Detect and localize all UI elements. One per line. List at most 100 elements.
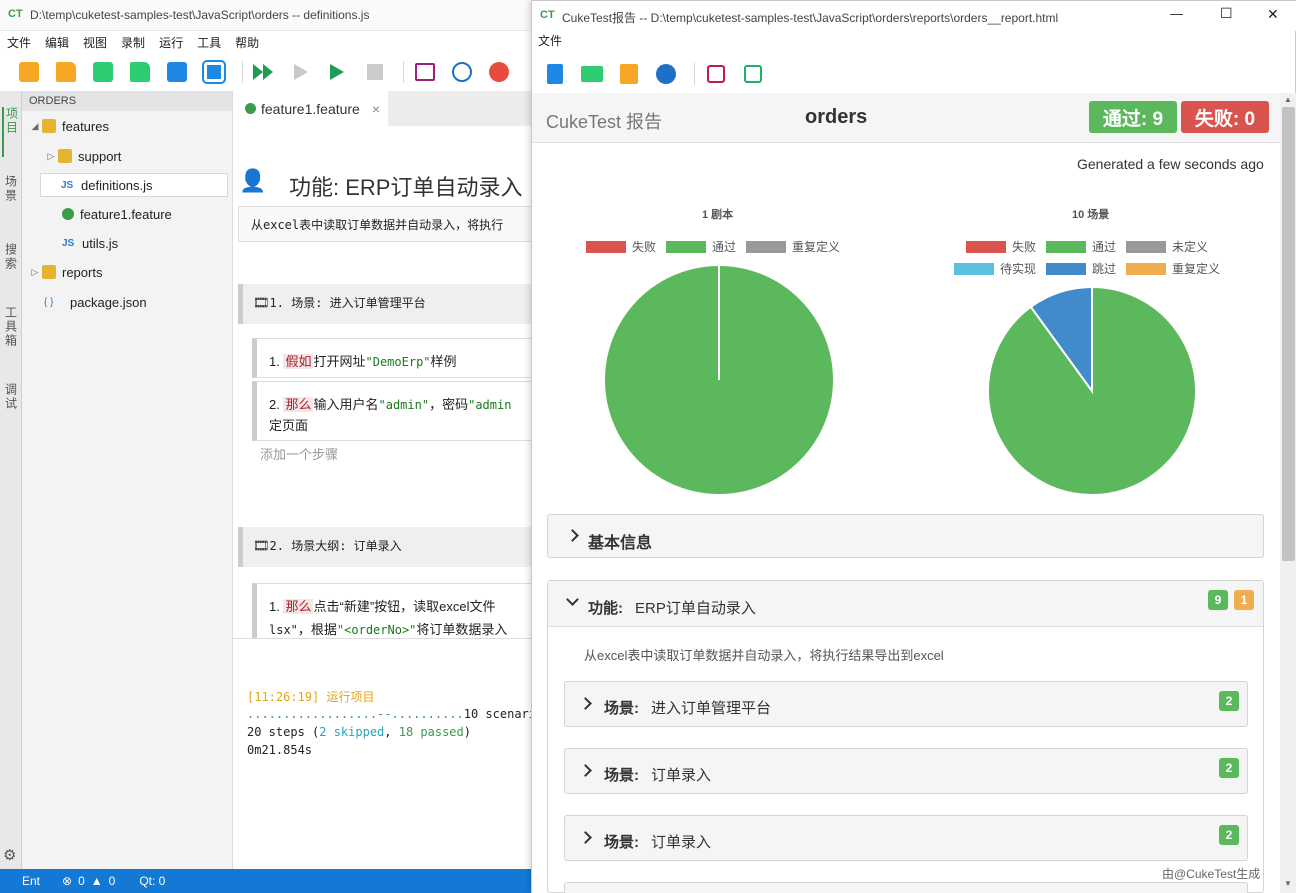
tree-item-package-json[interactable]: { } package.json [22, 290, 233, 314]
editor-tab-bar: feature1.feature × [233, 91, 532, 126]
open-folder-icon[interactable] [51, 59, 81, 85]
collapse-icon[interactable] [701, 61, 731, 87]
report-toolbar [532, 56, 1296, 92]
browser-icon[interactable] [484, 59, 514, 85]
tree-item-reports[interactable]: ▷ reports [22, 260, 233, 284]
side-tab-toolbox[interactable]: 工具箱 [2, 306, 20, 361]
legend-swatch [1046, 240, 1087, 253]
scroll-up-icon[interactable]: ▲ [1284, 95, 1292, 104]
run-script-icon[interactable] [323, 59, 353, 85]
scenario-name: 订单录入 [651, 834, 712, 851]
tree-item-label: feature1.feature [80, 206, 172, 222]
expanded-caret-icon[interactable]: ◢ [28, 121, 42, 132]
step-text: ，根据 [297, 622, 337, 637]
scroll-down-icon[interactable]: ▼ [1284, 879, 1292, 888]
json-file-icon: { } [44, 296, 54, 308]
warning-icon[interactable]: ▲ [91, 874, 103, 888]
legend-swatch [1046, 262, 1087, 275]
scenario-panel[interactable] [564, 882, 1248, 893]
scrollbar-thumb[interactable] [1282, 107, 1295, 561]
feature-description[interactable]: 从excel表中读取订单数据并自动录入，将执行 [238, 206, 532, 242]
scenario-panel[interactable]: 场景: 订单录入 2 [564, 815, 1248, 861]
report-scrollbar[interactable]: ▲ ▼ [1280, 93, 1296, 893]
scenario-1-header[interactable]: 🎞1. 场景: 进入订单管理平台 [238, 284, 532, 324]
collapsed-caret-icon[interactable]: ▷ [28, 267, 42, 278]
chart1-legend: 失败 通过 重复定义 [586, 238, 840, 255]
scenario-pass-count: 2 [1219, 825, 1239, 845]
chevron-down-icon [566, 593, 579, 606]
expand-icon[interactable] [738, 61, 768, 87]
tree-item-support[interactable]: ▷ support [22, 144, 233, 168]
step-text: 打开网址 [313, 354, 366, 369]
scenario-panel[interactable]: 场景: 进入订单管理平台 2 [564, 681, 1248, 727]
new-feature-icon[interactable] [88, 59, 118, 85]
tree-item-features[interactable]: ◢ features [22, 114, 233, 138]
chevron-right-icon [579, 697, 592, 710]
menu-file[interactable]: 文件 [7, 34, 31, 51]
side-tab-debug[interactable]: 调试 [2, 383, 20, 423]
menu-edit[interactable]: 编辑 [45, 34, 69, 51]
menu-run[interactable]: 运行 [159, 34, 183, 51]
feature-title[interactable]: 功能: ERP订单自动录入 [289, 170, 522, 202]
step-argument: "DemoErp" [365, 355, 431, 369]
step-row[interactable]: 1. 那么 点击“新建”按钮，读取excel文件 lsx"，根据"<orderNo… [252, 583, 532, 638]
feature-editor: 👤 功能: ERP订单自动录入 从excel表中读取订单数据并自动录入，将执行 … [233, 126, 532, 638]
new-report-icon[interactable] [540, 61, 570, 87]
error-icon[interactable]: ⊗ [62, 874, 72, 888]
tree-item-definitions[interactable]: JS definitions.js [40, 173, 228, 197]
maximize-button[interactable]: ☐ [1220, 5, 1233, 22]
side-tab-search[interactable]: 搜索 [2, 243, 20, 283]
open-folder-icon[interactable] [577, 61, 607, 87]
save-all-icon[interactable] [199, 59, 229, 85]
basic-info-panel[interactable]: 基本信息 [547, 514, 1264, 558]
new-file-icon[interactable] [14, 59, 44, 85]
export-icon[interactable] [614, 61, 644, 87]
save-icon[interactable] [162, 59, 192, 85]
side-tab-project[interactable]: 项目 [2, 107, 20, 157]
tree-item-feature1[interactable]: feature1.feature [22, 202, 233, 226]
feature-file-icon [245, 103, 256, 114]
step-keyword: 那么 [283, 599, 314, 614]
qt-status[interactable]: Qt: 0 [139, 874, 165, 888]
menu-record[interactable]: 录制 [121, 34, 145, 51]
tree-item-label: package.json [70, 294, 147, 310]
feature-panel: 功能: ERP订单自动录入 9 1 从excel表中读取订单数据并自动录入，将执… [547, 580, 1264, 893]
tab-feature1[interactable]: feature1.feature × [233, 91, 388, 126]
open-project-icon[interactable] [125, 59, 155, 85]
status-ent[interactable]: Ent [22, 874, 40, 888]
stop-icon[interactable] [360, 59, 390, 85]
globe-icon[interactable] [651, 61, 681, 87]
run-scenario-icon[interactable] [286, 59, 316, 85]
js-file-icon: JS [61, 179, 74, 191]
navigate-icon[interactable] [447, 59, 477, 85]
scenario-2-header[interactable]: 🎞2. 场景大纲: 订单录入 [238, 527, 532, 567]
console-text: ) [463, 725, 471, 739]
legend-swatch [954, 262, 994, 275]
chart1-pie [603, 264, 835, 496]
terminal-icon[interactable] [410, 59, 440, 85]
step-row[interactable]: 1. 假如 打开网址"DemoErp"样例 [252, 338, 532, 378]
menu-tools[interactable]: 工具 [197, 34, 221, 51]
feature-pass-count: 9 [1208, 590, 1228, 610]
tab-close-icon[interactable]: × [372, 101, 380, 117]
tree-item-utils[interactable]: JS utils.js [22, 231, 233, 255]
user-icon: 👤 [239, 168, 267, 193]
minimize-button[interactable]: — [1170, 6, 1183, 21]
menu-view[interactable]: 视图 [83, 34, 107, 51]
tab-label: feature1.feature [261, 100, 360, 117]
add-step-link[interactable]: 添加一个步骤 [260, 444, 338, 463]
side-tab-scenarios[interactable]: 场景 [2, 175, 20, 215]
collapsed-caret-icon[interactable]: ▷ [44, 151, 58, 162]
report-brand: CukeTest 报告 [546, 112, 663, 132]
scenario-panel[interactable]: 场景: 订单录入 2 [564, 748, 1248, 794]
run-project-icon[interactable] [249, 59, 279, 85]
step-row[interactable]: 2. 那么 输入用户名"admin"，密码"admin 定页面 [252, 381, 532, 441]
feature-panel-header[interactable]: 功能: ERP订单自动录入 9 1 [548, 581, 1263, 627]
step-text: 点击“新建”按钮，读取excel文件 [313, 599, 496, 614]
report-menu-file[interactable]: 文件 [538, 32, 562, 49]
close-button[interactable]: ✕ [1267, 6, 1279, 23]
menu-help[interactable]: 帮助 [235, 34, 259, 51]
step-text: 将订单数据录入 [416, 622, 508, 637]
ide-window: CT D:\temp\cuketest-samples-test\JavaScr… [0, 0, 536, 893]
settings-gear-icon[interactable]: ⚙ [3, 846, 16, 864]
